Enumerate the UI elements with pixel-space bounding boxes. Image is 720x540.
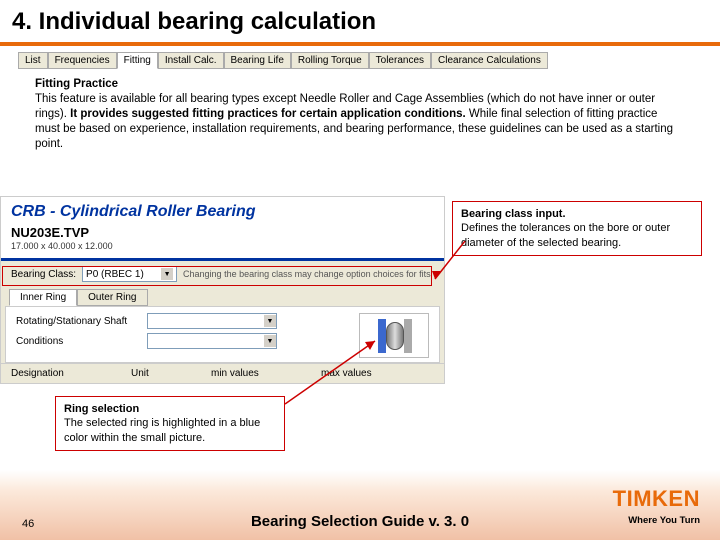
col-unit: Unit [131,368,181,379]
callout-bearing-class: Bearing class input. Defines the toleran… [452,201,702,256]
roller-icon [386,322,404,350]
col-designation: Designation [11,368,101,379]
conditions-label: Conditions [16,336,141,347]
shaft-label: Rotating/Stationary Shaft [16,316,141,327]
ring-form: Rotating/Stationary Shaft ▼ Conditions ▼ [5,306,440,363]
bearing-picture [359,313,429,358]
inner-ring-highlight [378,319,386,353]
value-headers: Designation Unit min values max values [1,363,444,383]
paragraph-heading: Fitting Practice [35,78,118,90]
slide-title: 4. Individual bearing calculation [12,8,708,36]
title-bar: 4. Individual bearing calculation [0,0,720,42]
timken-logo: TIMKEN [613,486,700,512]
tagline: Where You Turn [628,515,700,526]
tab-frequencies[interactable]: Frequencies [48,52,117,69]
tab-rolling-torque[interactable]: Rolling Torque [291,52,369,69]
shaft-dropdown[interactable]: ▼ [147,313,277,329]
callout-ring-selection: Ring selection The selected ring is high… [55,396,285,451]
tabs-row: List Frequencies Fitting Install Calc. B… [0,46,720,69]
callout-ring-body: The selected ring is highlighted in a bl… [64,417,260,443]
shaft-row: Rotating/Stationary Shaft ▼ [16,313,277,329]
bearing-dims: 17.000 x 40.000 x 12.000 [11,241,113,251]
tab-bearing-life[interactable]: Bearing Life [224,52,291,69]
callout-bci-heading: Bearing class input. [461,208,566,220]
tab-fitting[interactable]: Fitting [117,52,158,69]
chevron-down-icon: ▼ [264,315,276,327]
bearing-number: NU203E.TVP [11,225,434,240]
conditions-dropdown[interactable]: ▼ [147,333,277,349]
content-area: List Frequencies Fitting Install Calc. B… [0,46,720,496]
col-min: min values [211,368,291,379]
subtab-inner-ring[interactable]: Inner Ring [9,289,77,306]
col-max: max values [321,368,372,379]
callout-ring-heading: Ring selection [64,403,139,415]
highlight-bearing-class [2,266,432,286]
tab-install-calc[interactable]: Install Calc. [158,52,224,69]
tab-tolerances[interactable]: Tolerances [369,52,431,69]
chevron-down-icon: ▼ [264,335,276,347]
subtab-outer-ring[interactable]: Outer Ring [77,289,147,306]
app-title: CRB - Cylindrical Roller Bearing [11,203,434,221]
app-window: CRB - Cylindrical Roller Bearing NU203E.… [0,196,445,384]
app-header: CRB - Cylindrical Roller Bearing NU203E.… [1,197,444,261]
conditions-row: Conditions ▼ [16,333,277,349]
tab-clearance[interactable]: Clearance Calculations [431,52,548,69]
footer-title: Bearing Selection Guide v. 3. 0 [0,513,720,530]
paragraph-bold: It provides suggested fitting practices … [70,108,466,120]
outer-ring-graphic [404,319,412,353]
callout-bci-body: Defines the tolerances on the bore or ou… [461,222,670,248]
tab-list[interactable]: List [18,52,48,69]
ring-subtabs: Inner Ring Outer Ring [1,287,444,306]
description-paragraph: Fitting Practice This feature is availab… [35,77,685,152]
